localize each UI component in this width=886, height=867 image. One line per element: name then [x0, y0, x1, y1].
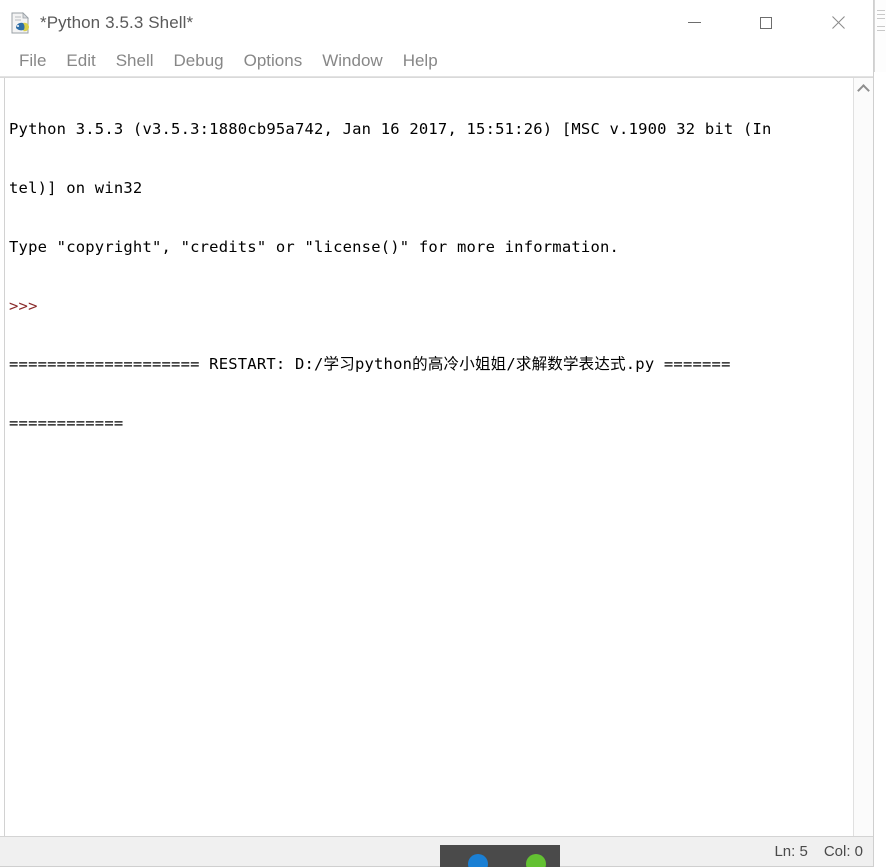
vertical-scrollbar[interactable] — [853, 78, 873, 836]
shell-area: Python 3.5.3 (v3.5.3:1880cb95a742, Jan 1… — [0, 77, 873, 836]
shell-line: Python 3.5.3 (v3.5.3:1880cb95a742, Jan 1… — [9, 120, 772, 139]
taskbar-icon-blue[interactable] — [468, 854, 488, 867]
menu-item-edit[interactable]: Edit — [56, 51, 105, 71]
maximize-icon — [760, 16, 772, 29]
python-shell-window: *Python 3.5.3 Shell* File Edit Shell Deb… — [0, 0, 874, 867]
bg-window-stripe — [877, 26, 885, 27]
minimize-icon — [687, 22, 701, 23]
shell-text-output[interactable]: Python 3.5.3 (v3.5.3:1880cb95a742, Jan 1… — [5, 78, 853, 836]
bg-window-stripe — [877, 10, 885, 11]
menu-bar: File Edit Shell Debug Options Window Hel… — [0, 46, 873, 77]
taskbar-icon-green[interactable] — [526, 854, 546, 867]
desktop-background: *Python 3.5.3 Shell* File Edit Shell Deb… — [0, 0, 886, 867]
shell-restart-line: ==================== RESTART: D:/学习pytho… — [9, 355, 731, 374]
chevron-up-icon — [859, 83, 868, 92]
status-column-indicator: Col: 0 — [823, 843, 863, 860]
status-bar: Ln: 5 Col: 0 — [0, 836, 873, 866]
shell-restart-wrap: ============ — [9, 414, 124, 433]
window-title: *Python 3.5.3 Shell* — [40, 12, 194, 32]
shell-line: tel)] on win32 — [9, 178, 143, 197]
shell-prompt: >>> — [9, 296, 38, 315]
menu-item-shell[interactable]: Shell — [106, 51, 164, 71]
close-icon — [831, 16, 845, 30]
minimize-button[interactable] — [671, 0, 717, 45]
bg-window-stripe — [877, 14, 885, 15]
status-line-indicator: Ln: 5 — [774, 843, 808, 860]
bg-window-stripe — [877, 18, 885, 19]
bg-window-stripe — [877, 30, 885, 31]
background-window-sliver[interactable] — [874, 0, 886, 72]
menu-item-file[interactable]: File — [9, 51, 56, 71]
shell-line: Type "copyright", "credits" or "license(… — [9, 237, 620, 256]
close-button[interactable] — [815, 0, 861, 45]
menu-item-debug[interactable]: Debug — [164, 51, 234, 71]
idle-document-icon — [10, 11, 32, 34]
menu-item-options[interactable]: Options — [234, 51, 313, 71]
menu-item-help[interactable]: Help — [393, 51, 448, 71]
scroll-up-button[interactable] — [854, 78, 873, 97]
maximize-button[interactable] — [743, 0, 789, 45]
taskbar[interactable] — [440, 845, 560, 867]
title-bar[interactable]: *Python 3.5.3 Shell* — [0, 0, 873, 46]
menu-item-window[interactable]: Window — [312, 51, 392, 71]
